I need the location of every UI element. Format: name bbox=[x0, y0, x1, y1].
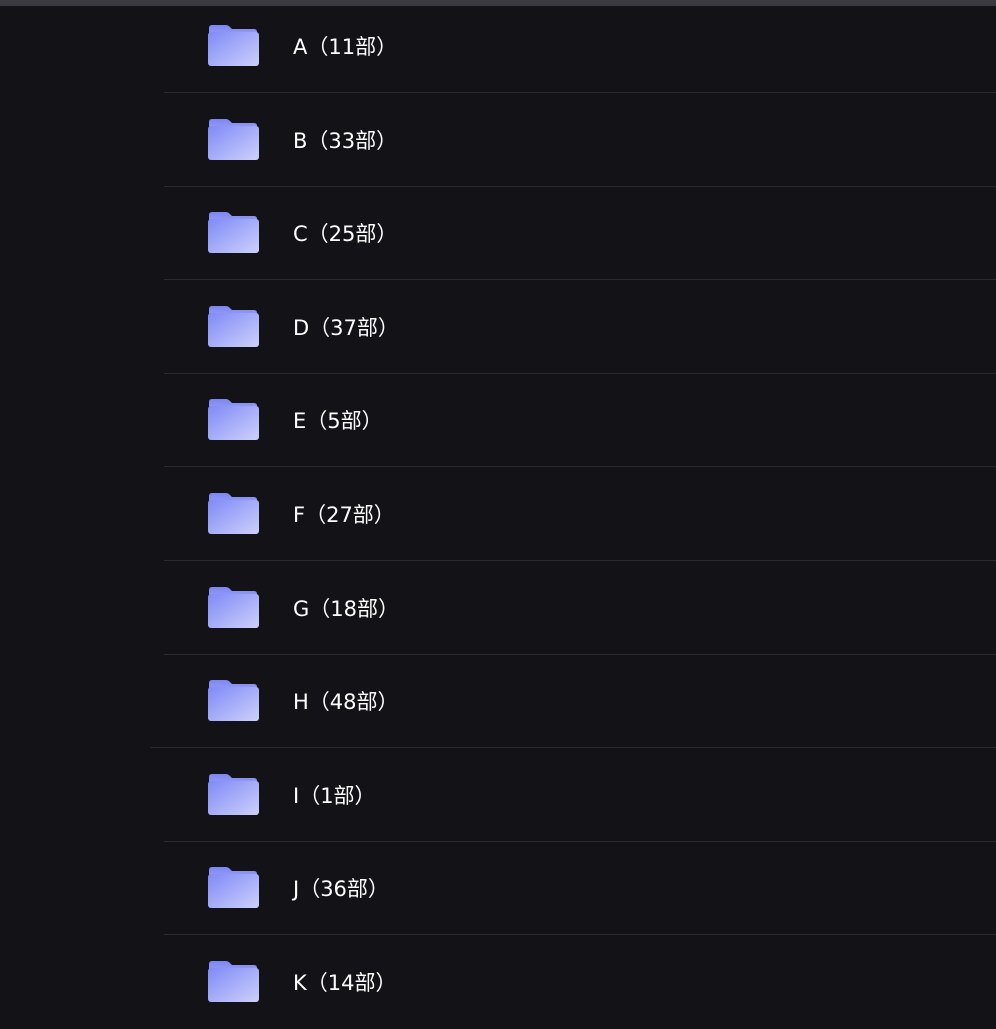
folder-row[interactable]: D（37部） bbox=[0, 281, 996, 374]
folder-label: K（14部） bbox=[293, 971, 397, 995]
folder-row[interactable]: C（25部） bbox=[0, 187, 996, 281]
folder-label: E（5部） bbox=[293, 409, 383, 434]
folder-label: B（33部） bbox=[293, 128, 398, 153]
folder-icon bbox=[207, 679, 259, 722]
folder-label: G（18部） bbox=[293, 596, 399, 621]
folder-row[interactable]: J（36部） bbox=[0, 842, 996, 936]
folder-label: D（37部） bbox=[293, 315, 399, 340]
folder-label: C（25部） bbox=[293, 222, 398, 247]
folder-label: J（36部） bbox=[293, 877, 389, 902]
folder-row[interactable]: I（1部） bbox=[0, 749, 996, 842]
folder-icon bbox=[207, 866, 259, 909]
folder-row[interactable]: F（27部） bbox=[0, 468, 996, 561]
folder-icon bbox=[207, 586, 259, 628]
folder-row[interactable]: E（5部） bbox=[0, 374, 996, 468]
folder-row[interactable]: A（11部） bbox=[0, 0, 996, 93]
folder-row[interactable]: K（14部） bbox=[0, 936, 996, 1029]
folder-icon bbox=[207, 24, 259, 66]
folder-icon bbox=[207, 211, 259, 254]
folder-icon bbox=[207, 118, 259, 160]
folder-icon bbox=[207, 398, 259, 441]
folder-label: I（1部） bbox=[293, 783, 376, 808]
folder-row[interactable]: H（48部） bbox=[0, 655, 996, 749]
folder-label: H（48部） bbox=[293, 690, 399, 715]
folder-icon bbox=[207, 773, 259, 815]
folder-label: F（27部） bbox=[293, 503, 395, 527]
folder-icon bbox=[207, 492, 259, 534]
folder-row[interactable]: G（18部） bbox=[0, 562, 996, 655]
folder-label: A（11部） bbox=[293, 35, 398, 59]
folder-row[interactable]: B（33部） bbox=[0, 94, 996, 187]
folder-icon bbox=[207, 960, 259, 1002]
folder-icon bbox=[207, 305, 259, 347]
